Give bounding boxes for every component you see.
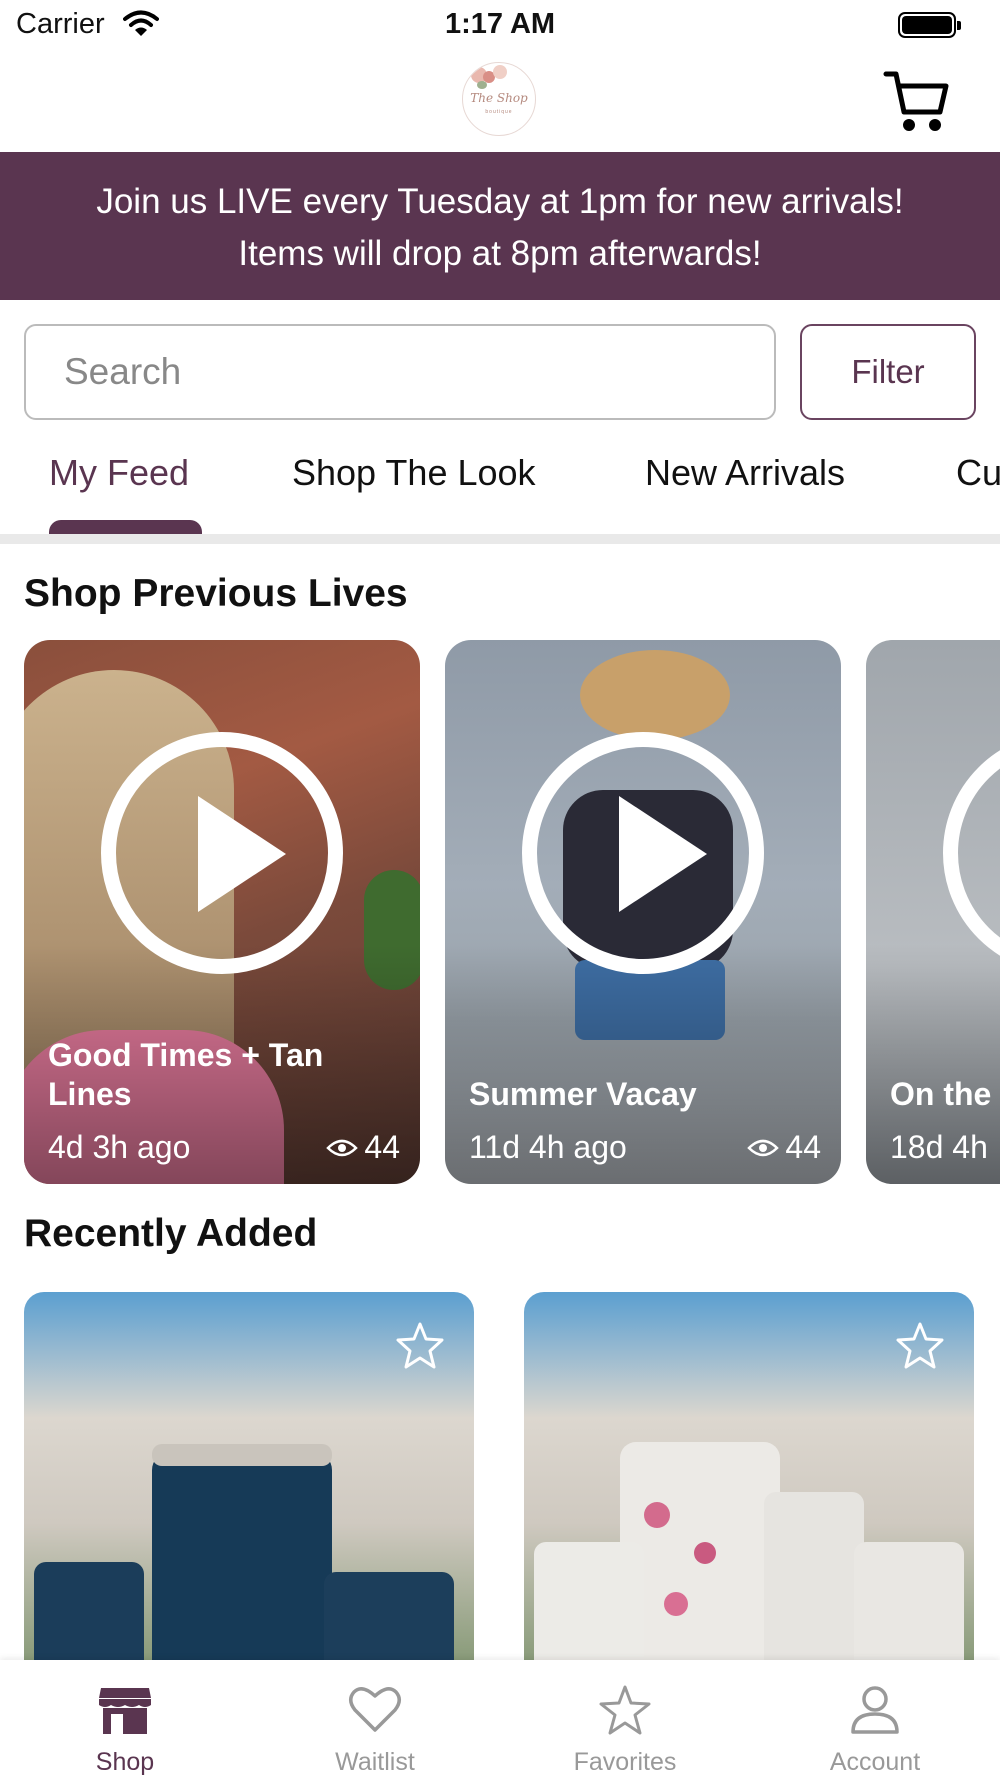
live-title: Summer Vacay [469,1076,697,1112]
search-input[interactable] [24,324,776,420]
live-view-count: 44 [326,1129,400,1166]
promo-banner: Join us LIVE every Tuesday at 1pm for ne… [0,152,1000,300]
view-count: 44 [364,1129,400,1165]
person-icon [851,1686,899,1734]
star-icon [599,1685,651,1735]
play-icon [619,796,707,912]
nav-label: Shop [95,1748,155,1776]
live-video-card[interactable]: Summer Vacay 11d 4h ago 44 [445,640,841,1184]
status-time: 1:17 AM [444,8,556,40]
previous-lives-carousel[interactable]: Good Times + Tan Lines 4d 3h ago 44 Summ… [0,640,1000,1184]
promo-line-2: Items will drop at 8pm afterwards! [238,234,762,273]
storefront-icon [99,1688,151,1734]
play-button[interactable] [943,732,1000,974]
live-title: On the Summe [890,1076,1000,1112]
live-view-count: 44 [747,1129,821,1166]
live-video-card[interactable]: On the Summe 18d 4h [866,640,1000,1184]
star-icon[interactable] [894,1320,946,1372]
status-bar: Carrier 1:17 AM [0,0,1000,50]
nav-waitlist[interactable]: Waitlist [250,1660,500,1778]
eye-icon [747,1139,780,1156]
app-header: The Shop boutique [0,50,1000,152]
view-count: 44 [785,1129,821,1165]
recently-added-grid [0,1292,1000,1662]
tab-new-arrivals[interactable]: New Arrivals [645,452,845,494]
cart-icon[interactable] [882,68,952,134]
thumbnail-image [580,650,730,740]
play-button[interactable] [101,732,343,974]
category-tabs: My Feed Shop The Look New Arrivals Cu [0,430,1000,536]
live-time-ago: 18d 4h [890,1129,988,1165]
tab-shop-the-look[interactable]: Shop The Look [292,452,536,494]
play-button[interactable] [522,732,764,974]
nav-account[interactable]: Account [750,1660,1000,1778]
product-card[interactable] [24,1292,474,1662]
play-icon [198,796,286,912]
eye-icon [326,1139,359,1156]
filter-button[interactable]: Filter [800,324,976,420]
bottom-tab-bar: Shop Waitlist Favorites Account [0,1660,1000,1778]
star-icon[interactable] [394,1320,446,1372]
live-time-ago: 11d 4h ago [469,1129,627,1165]
nav-label: Waitlist [335,1748,415,1776]
logo-text: The Shop [470,91,528,105]
nav-label: Account [829,1748,921,1776]
section-title-previous-lives: Shop Previous Lives [24,572,408,615]
product-image [152,1452,332,1662]
section-title-recently-added: Recently Added [24,1212,318,1255]
live-title: Good Times + Tan Lines [48,1037,324,1112]
nav-label: Favorites [573,1748,677,1776]
divider [0,534,1000,544]
nav-shop[interactable]: Shop [0,1660,250,1778]
battery-icon [898,12,961,38]
product-card[interactable] [524,1292,974,1662]
logo-subtext: boutique [485,109,513,115]
promo-line-1: Join us LIVE every Tuesday at 1pm for ne… [96,182,904,221]
nav-favorites[interactable]: Favorites [500,1660,750,1778]
tab-my-feed[interactable]: My Feed [49,452,189,494]
heart-icon [349,1687,401,1732]
live-time-ago: 4d 3h ago [48,1129,191,1165]
tab-partial[interactable]: Cu [956,452,1000,494]
live-video-card[interactable]: Good Times + Tan Lines 4d 3h ago 44 [24,640,420,1184]
shop-logo[interactable]: The Shop boutique [462,62,536,136]
